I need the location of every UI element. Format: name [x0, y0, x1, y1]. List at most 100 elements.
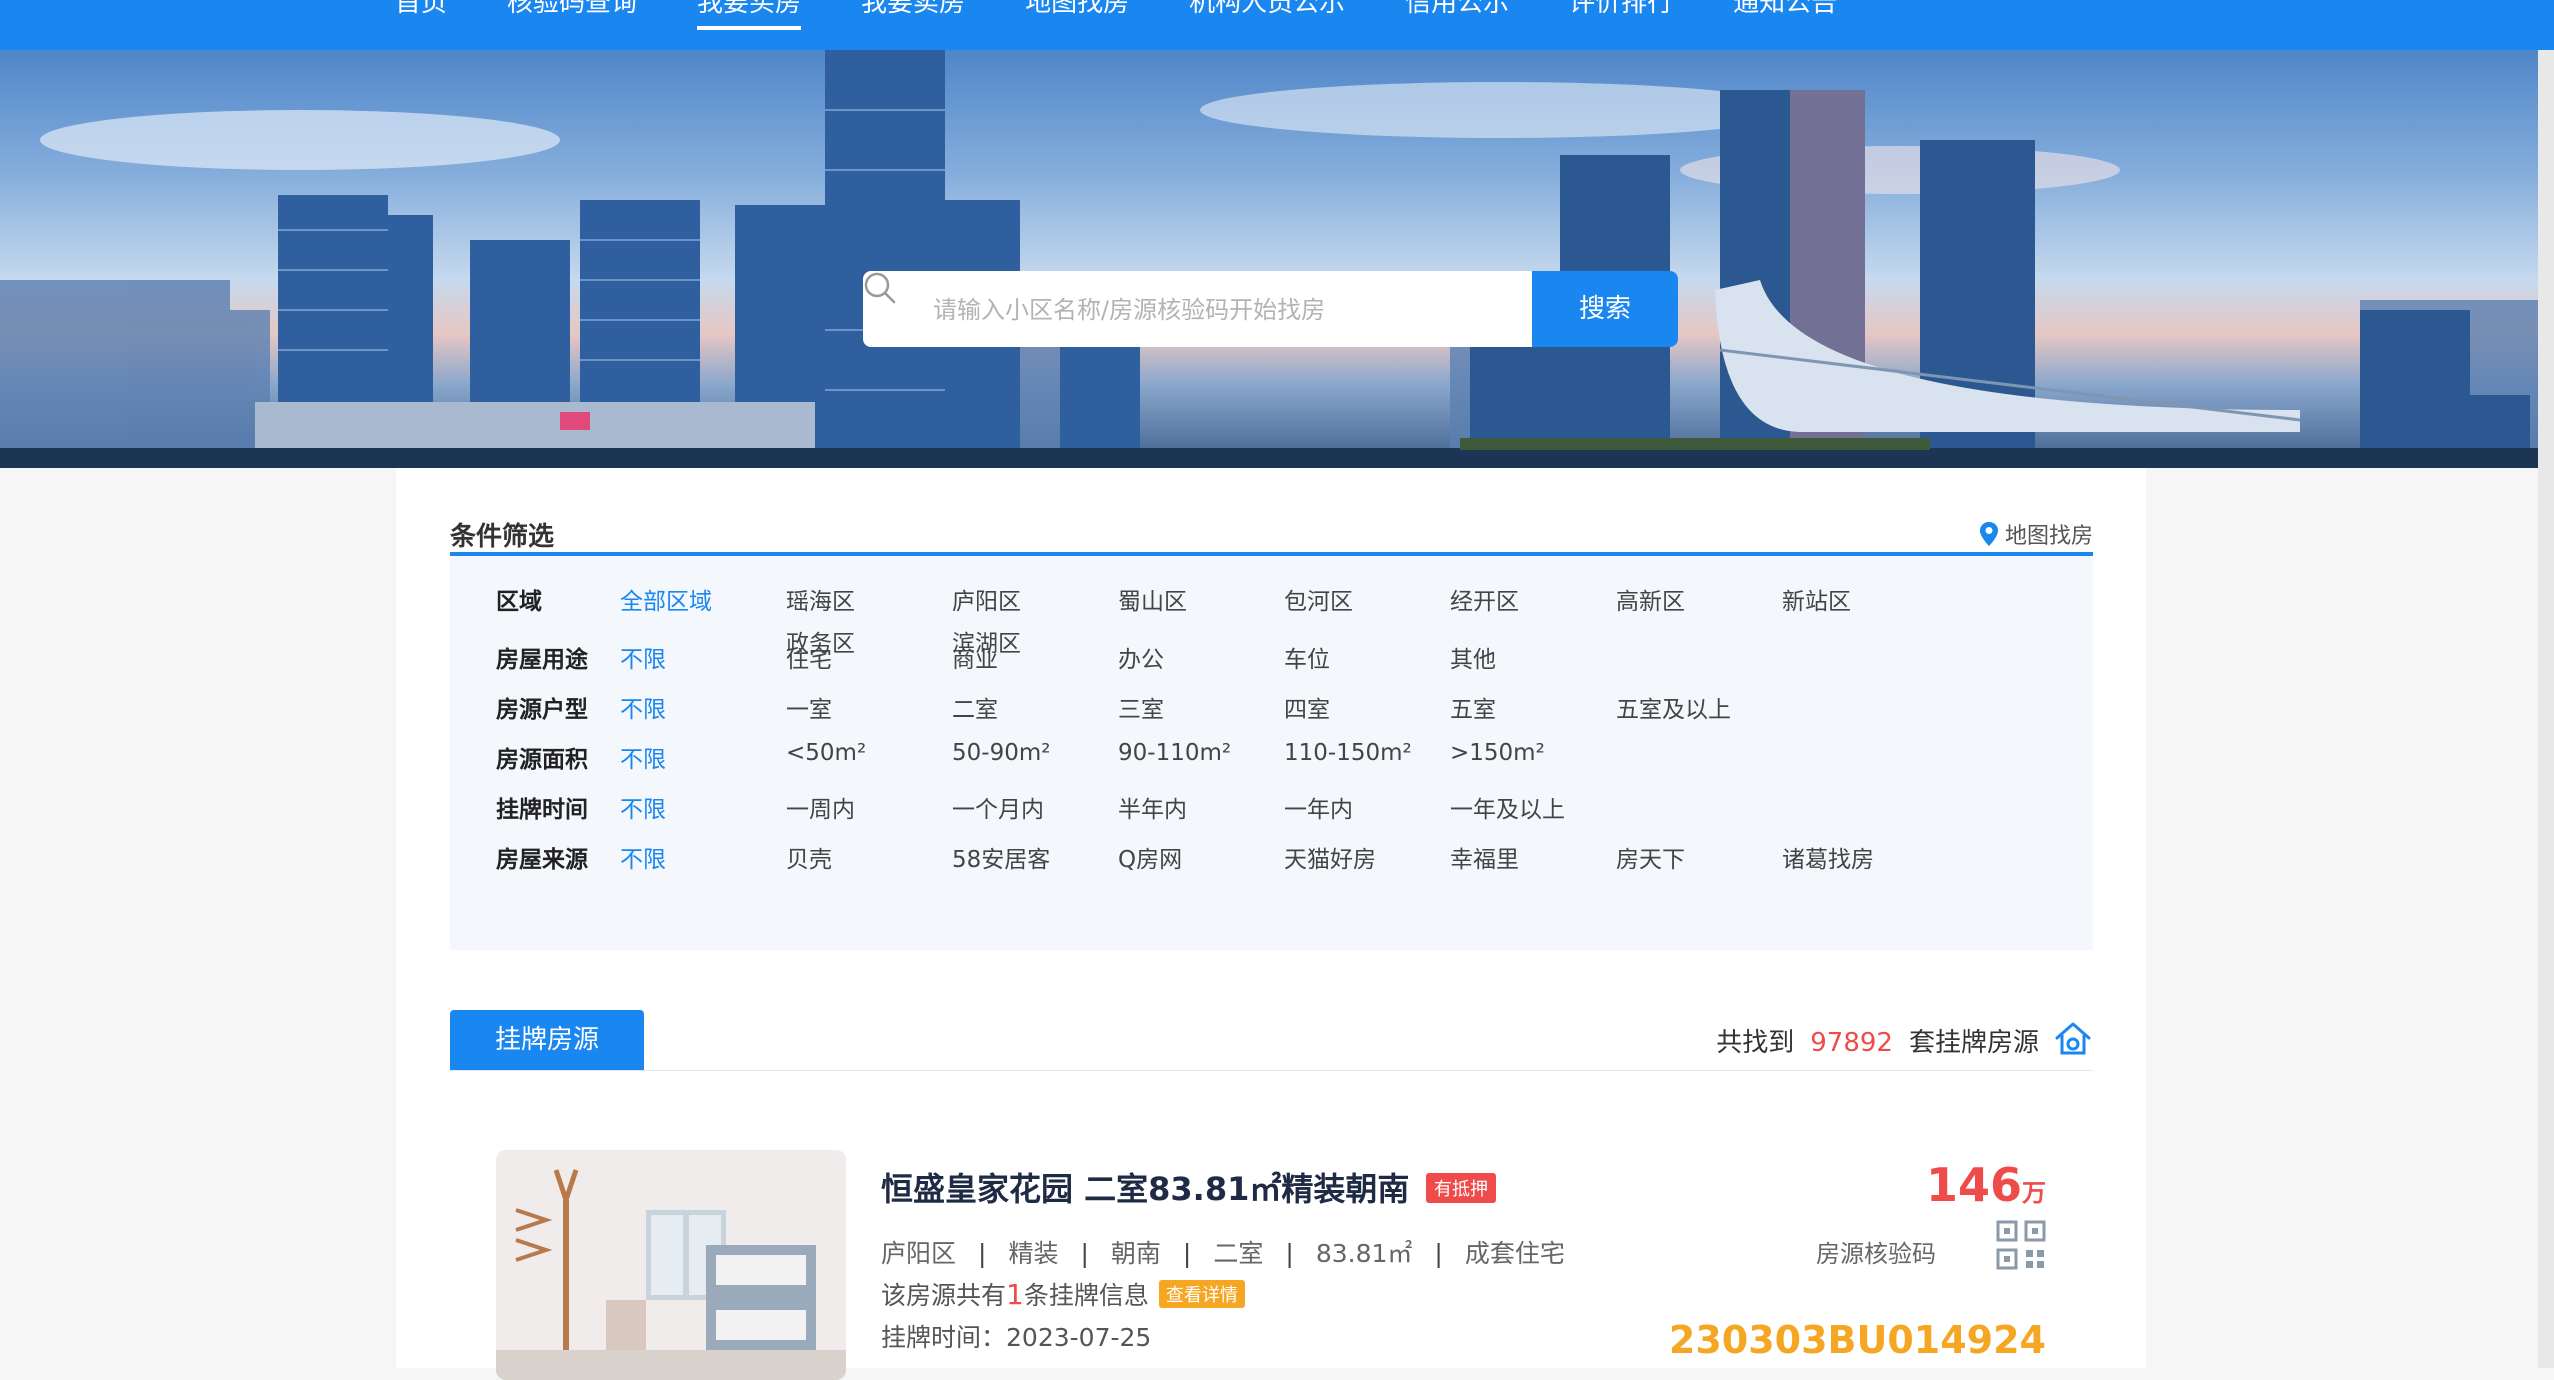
- filter-option[interactable]: 高新区: [1616, 582, 1685, 616]
- filter-option[interactable]: >150m²: [1450, 740, 1545, 766]
- filter-option[interactable]: 50-90m²: [952, 740, 1050, 766]
- search-box: 搜索: [863, 271, 1678, 347]
- verify-code-label: 房源核验码: [1816, 1240, 1936, 1268]
- filter-option[interactable]: 贝壳: [786, 840, 832, 874]
- found-prefix: 共找到: [1716, 1028, 1795, 1058]
- nav-item[interactable]: 通知公告: [1733, 0, 1837, 38]
- filter-option[interactable]: 不限: [620, 640, 666, 674]
- qr-code-icon[interactable]: [1996, 1220, 2046, 1270]
- meta-item: 精装: [1008, 1239, 1059, 1268]
- mortgage-badge: 有抵押: [1426, 1173, 1496, 1203]
- meta-separator: |: [1434, 1239, 1443, 1268]
- filter-option[interactable]: 不限: [620, 690, 666, 724]
- filter-option[interactable]: 五室: [1450, 690, 1496, 724]
- filter-option[interactable]: 110-150m²: [1284, 740, 1412, 766]
- location-pin-icon: [1979, 522, 1998, 546]
- verify-code: 230303BU014924: [1668, 1318, 2046, 1362]
- filter-option[interactable]: 商业: [952, 640, 998, 674]
- hero-banner: 搜索: [0, 50, 2554, 468]
- filter-option[interactable]: 房天下: [1616, 840, 1685, 874]
- nav-item[interactable]: 地图找房: [1025, 0, 1129, 38]
- meta-separator: |: [978, 1239, 987, 1268]
- found-suffix: 套挂牌房源: [1908, 1028, 2039, 1058]
- filter-option[interactable]: 庐阳区: [952, 582, 1021, 616]
- filter-option[interactable]: 一个月内: [952, 790, 1044, 824]
- search-input[interactable]: [931, 271, 1595, 347]
- meta-separator: |: [1182, 1239, 1192, 1268]
- filter-option[interactable]: 不限: [620, 740, 666, 774]
- filter-row-label: 房屋来源: [496, 847, 588, 873]
- filter-option[interactable]: 五室及以上: [1616, 690, 1731, 724]
- filter-title: 条件筛选: [450, 522, 555, 552]
- listing-date: 挂牌时间：2023-07-25: [881, 1318, 1151, 1354]
- house-icon: [2055, 1022, 2091, 1055]
- filter-option[interactable]: 不限: [620, 790, 666, 824]
- meta-item: 成套住宅: [1464, 1239, 1565, 1268]
- filter-row-label: 挂牌时间: [496, 797, 588, 823]
- found-count: 97892: [1810, 1028, 1893, 1058]
- map-search-link[interactable]: 地图找房: [1979, 518, 2093, 550]
- nav-item[interactable]: 机构人员公示: [1189, 0, 1345, 38]
- listing-photo[interactable]: [496, 1150, 846, 1380]
- tab-listed-houses[interactable]: 挂牌房源: [450, 1010, 644, 1070]
- filter-option[interactable]: 一周内: [786, 790, 855, 824]
- filter-option[interactable]: 二室: [952, 690, 998, 724]
- filter-option[interactable]: 不限: [620, 840, 666, 874]
- filter-option[interactable]: 一年内: [1284, 790, 1353, 824]
- count-value: 1: [1006, 1278, 1024, 1311]
- page-scrollbar[interactable]: [2538, 50, 2554, 1368]
- date-value: 2023-07-25: [1006, 1323, 1152, 1352]
- map-search-label: 地图找房: [2004, 524, 2093, 549]
- filter-option[interactable]: 幸福里: [1450, 840, 1519, 874]
- filter-option[interactable]: 蜀山区: [1118, 582, 1187, 616]
- filter-option[interactable]: 半年内: [1118, 790, 1187, 824]
- filter-option[interactable]: 办公: [1118, 640, 1164, 674]
- meta-separator: |: [1080, 1239, 1089, 1268]
- count-prefix: 该房源共有: [881, 1281, 1007, 1310]
- filter-option[interactable]: 瑶海区: [786, 582, 855, 616]
- nav-item[interactable]: 核验码查询: [507, 0, 637, 38]
- meta-separator: |: [1285, 1239, 1294, 1268]
- filter-option[interactable]: Q房网: [1118, 840, 1182, 874]
- listing-count-line: 该房源共有1条挂牌信息 查看详情: [881, 1276, 1245, 1312]
- filter-option[interactable]: 四室: [1284, 690, 1330, 724]
- filter-option[interactable]: 其他: [1450, 640, 1496, 674]
- search-button[interactable]: 搜索: [1532, 271, 1678, 347]
- nav-item[interactable]: 我要买房: [697, 0, 802, 38]
- filter-option[interactable]: 58安居客: [952, 840, 1050, 874]
- filter-option[interactable]: 一年及以上: [1450, 790, 1565, 824]
- filter-option[interactable]: 全部区域: [620, 582, 712, 616]
- filter-option[interactable]: 新站区: [1782, 582, 1851, 616]
- filter-option[interactable]: 一室: [786, 690, 832, 724]
- filter-option[interactable]: 90-110m²: [1118, 740, 1231, 766]
- filter-option[interactable]: 住宅: [786, 640, 832, 674]
- filter-option[interactable]: <50m²: [786, 740, 866, 766]
- room-photo-illustration: [496, 1150, 846, 1380]
- price-unit: 万: [2022, 1179, 2046, 1207]
- meta-item: 83.81㎡: [1315, 1239, 1413, 1268]
- filter-option[interactable]: 天猫好房: [1284, 840, 1376, 874]
- filter-option[interactable]: 车位: [1284, 640, 1330, 674]
- nav-items: 首页 核验码查询 我要买房 我要卖房 地图找房 机构人员公示 信用公示 评价排行 通知公告: [395, 0, 1897, 50]
- listing-title[interactable]: 恒盛皇家花园 二室83.81㎡精装朝南: [881, 1164, 1409, 1210]
- filter-body: 区域 全部区域 瑶海区 庐阳区 蜀山区 包河区 经开区 高新区 新站区 政务区 滨湖区 房屋用途 不限住…: [450, 556, 2093, 950]
- skyline-illustration: [0, 50, 2554, 468]
- filter-option[interactable]: 包河区: [1284, 582, 1353, 616]
- listing-meta: 庐阳区 | 精装 | 朝南 | 二室 | 83.81㎡ | 成套住宅: [881, 1234, 1565, 1270]
- nav-item[interactable]: 首页: [395, 0, 447, 38]
- filter-option[interactable]: 三室: [1118, 690, 1164, 724]
- main-panel: 条件筛选 地图找房 区域 全部区域 瑶海区 庐阳区 蜀山区 包河区 经开区 高新区 新站区 政务区…: [396, 468, 2146, 1380]
- top-nav: 首页 核验码查询 我要买房 我要卖房 地图找房 机构人员公示 信用公示 评价排行 通知公告: [0, 0, 2554, 50]
- filter-option[interactable]: 诸葛找房: [1782, 840, 1874, 874]
- nav-item[interactable]: 评价排行: [1569, 0, 1673, 38]
- filter-header: 条件筛选 地图找房: [450, 516, 2093, 556]
- nav-item[interactable]: 我要卖房: [861, 0, 965, 38]
- found-summary: 共找到 97892 套挂牌房源: [1716, 1022, 2039, 1059]
- nav-item[interactable]: 信用公示: [1405, 0, 1509, 38]
- meta-item: 朝南: [1110, 1239, 1161, 1268]
- filter-row-label: 区域: [496, 589, 542, 615]
- view-detail-badge[interactable]: 查看详情: [1158, 1280, 1245, 1308]
- date-label: 挂牌时间：: [881, 1323, 1007, 1352]
- price-value: 146: [1925, 1158, 2022, 1212]
- filter-option[interactable]: 经开区: [1450, 582, 1519, 616]
